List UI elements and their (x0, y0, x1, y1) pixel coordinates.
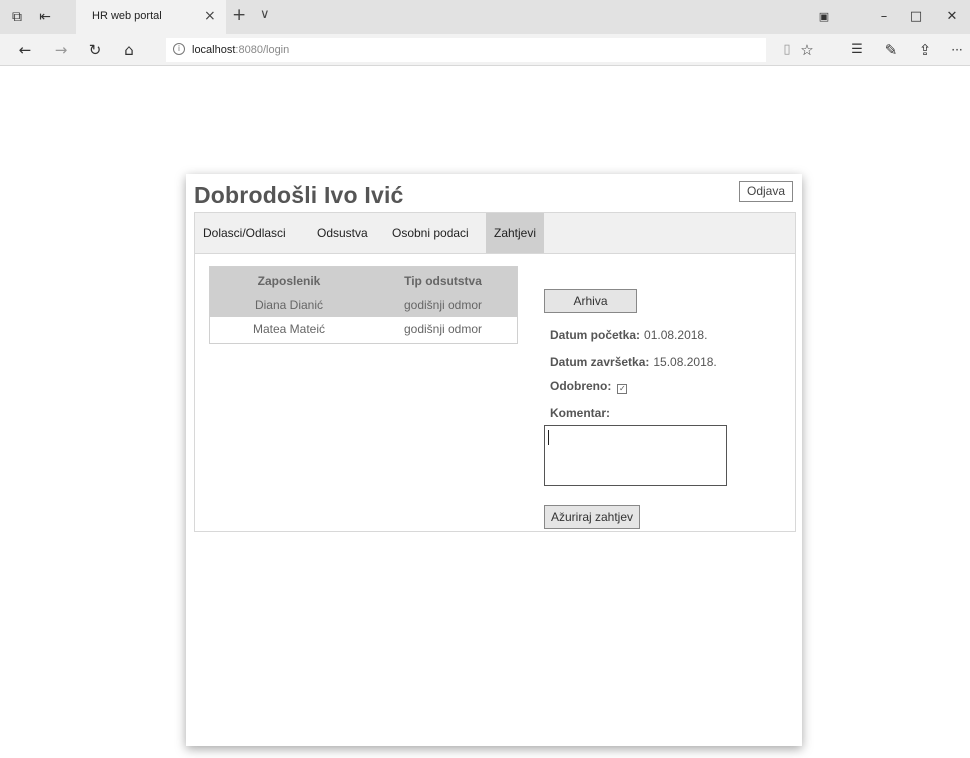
more-icon[interactable]: ··· (946, 39, 968, 61)
table-row-selected[interactable]: Diana Dianić godišnji odmor (210, 295, 517, 315)
comment-textarea[interactable] (544, 425, 727, 486)
browser-window: ⧉ ⇤ HR web portal × + ∨ ▣ – □ ✕ ← → ↻ ⌂ … (0, 0, 970, 758)
browser-tab-title: HR web portal (92, 10, 162, 22)
start-date-value: 01.08.2018. (644, 328, 708, 342)
address-text: localhost:8080/login (192, 44, 289, 56)
cell-employee: Diana Dianić (254, 298, 324, 312)
table-header-and-selected-row: Zaposlenik Tip odsutstva Diana Dianić go… (210, 267, 517, 317)
new-tab-icon[interactable]: + (232, 5, 246, 25)
cell-employee: Matea Mateić (252, 322, 326, 336)
table-row[interactable]: Matea Mateić godišnji odmor (210, 317, 517, 343)
column-header-absence-type: Tip odsutstva (404, 274, 482, 288)
notes-icon[interactable]: ✎ (880, 39, 902, 61)
page-title: Dobrodošli Ivo Ivić (194, 182, 404, 208)
start-date-field: Datum početka: 01.08.2018. (550, 328, 707, 342)
tab-strip: Dolasci/Odlasci Odsustva Osobni podaci Z… (194, 212, 796, 254)
browser-tab[interactable]: HR web portal × (76, 0, 226, 34)
back-icon[interactable]: ← (14, 39, 36, 61)
tab-dolasci-odlasci[interactable]: Dolasci/Odlasci (195, 213, 294, 253)
share-icon[interactable]: ⇪ (914, 39, 936, 61)
approved-field: Odobreno: ✓ (550, 379, 628, 394)
refresh-icon[interactable]: ↻ (84, 39, 106, 61)
portal-card: Dobrodošli Ivo Ivić Odjava Dolasci/Odlas… (186, 174, 802, 746)
comment-label: Komentar: (550, 406, 611, 420)
info-icon[interactable]: i (173, 43, 185, 55)
navigation-bar: ← → ↻ ⌂ i localhost:8080/login ▯ ☆ ☰ ✎ ⇪… (0, 34, 970, 66)
update-request-button[interactable]: Ažuriraj zahtjev (544, 505, 640, 529)
end-date-label: Datum završetka: (550, 355, 650, 369)
address-host: localhost (192, 44, 236, 56)
tab-zahtjevi[interactable]: Zahtjevi (486, 213, 545, 253)
page-content: Dobrodošli Ivo Ivić Odjava Dolasci/Odlas… (0, 67, 970, 758)
forward-icon[interactable]: → (50, 39, 72, 61)
archive-button[interactable]: Arhiva (544, 289, 637, 313)
logout-button[interactable]: Odjava (739, 181, 793, 202)
address-path: :8080/login (235, 44, 290, 56)
requests-panel: Zaposlenik Tip odsutstva Diana Dianić go… (194, 254, 796, 532)
close-tab-icon[interactable]: × (204, 8, 216, 24)
tab-odsustva[interactable]: Odsustva (309, 213, 376, 253)
favorite-star-icon[interactable]: ☆ (796, 39, 818, 61)
cell-absence-type: godišnji odmor (403, 298, 483, 312)
requests-table: Zaposlenik Tip odsutstva Diana Dianić go… (209, 266, 518, 344)
home-icon[interactable]: ⌂ (118, 39, 140, 61)
minimize-icon[interactable]: – (872, 6, 896, 28)
reading-view-icon[interactable]: ▯ (776, 39, 798, 61)
approved-label: Odobreno: (550, 379, 612, 393)
column-header-employee: Zaposlenik (257, 274, 321, 288)
end-date-value: 15.08.2018. (653, 355, 717, 369)
cell-absence-type: godišnji odmor (403, 322, 483, 336)
approved-checkbox[interactable]: ✓ (617, 384, 628, 394)
tabs-icon[interactable]: ⧉ (6, 6, 28, 28)
close-window-icon[interactable]: ✕ (940, 6, 964, 28)
maximize-icon[interactable]: □ (904, 6, 928, 28)
start-date-label: Datum početka: (550, 328, 641, 342)
text-caret (548, 430, 549, 445)
favorites-hub-icon[interactable]: ☰ (846, 39, 868, 61)
extension-icon[interactable]: ▣ (812, 6, 836, 28)
tab-list-icon[interactable]: ∨ (260, 7, 270, 22)
tab-bar: ⧉ ⇤ HR web portal × + ∨ ▣ – □ ✕ (0, 0, 970, 34)
tab-osobni-podaci[interactable]: Osobni podaci (384, 213, 477, 253)
address-bar[interactable]: i localhost:8080/login (166, 38, 766, 62)
end-date-field: Datum završetka: 15.08.2018. (550, 355, 717, 369)
set-aside-icon[interactable]: ⇤ (34, 6, 56, 28)
